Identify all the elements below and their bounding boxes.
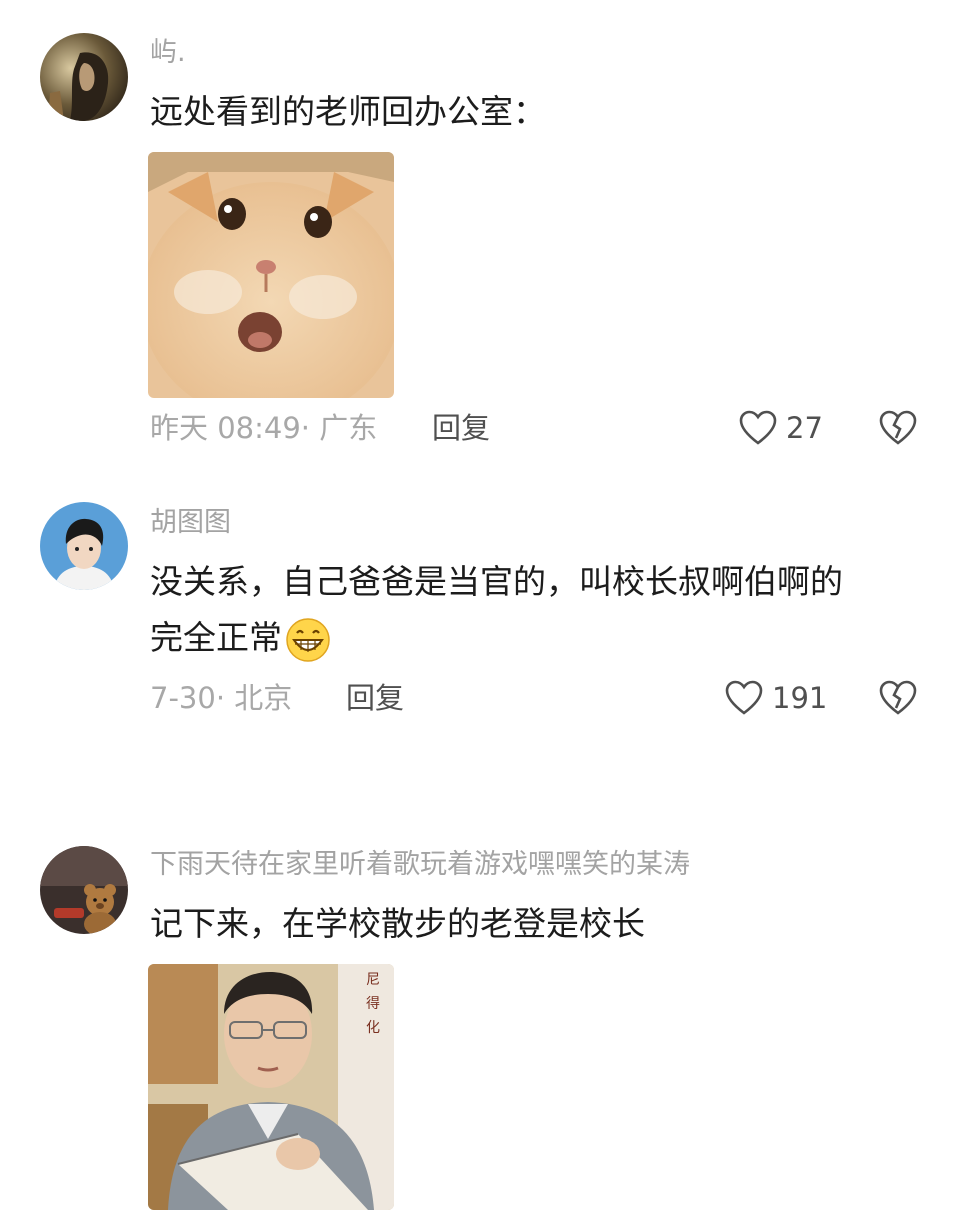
- comment-time-location: 昨天 08:49· 广东: [150, 411, 378, 445]
- avatar[interactable]: [40, 33, 128, 121]
- grinning-emoji-icon: [284, 616, 332, 664]
- comment-time-location: 7-30· 北京: [150, 681, 293, 715]
- reply-button[interactable]: 回复: [432, 408, 490, 448]
- avatar[interactable]: [40, 846, 128, 934]
- dislike-button[interactable]: [878, 678, 918, 718]
- comment-item: 胡图图 没关系，自己爸爸是当官的，叫校长叔啊伯啊的 完全正常 7-30· 北京 …: [0, 470, 960, 790]
- reply-button[interactable]: 回复: [346, 678, 404, 718]
- svg-text:尼: 尼: [366, 972, 380, 988]
- comment-text-part: 完全正常: [150, 618, 282, 657]
- comment-image[interactable]: [148, 152, 394, 398]
- like-count: 191: [772, 681, 828, 715]
- comment-text: 记下来，在学校散步的老登是校长: [150, 904, 645, 943]
- comment-text: 远处看到的老师回办公室：: [150, 92, 546, 131]
- username[interactable]: 胡图图: [150, 506, 231, 540]
- comment-item: 下雨天待在家里听着歌玩着游戏嘿嘿笑的某涛 记下来，在学校散步的老登是校长 尼 得…: [0, 810, 960, 1210]
- broken-heart-icon: [878, 678, 918, 718]
- like-count: 27: [786, 411, 823, 445]
- heart-icon: [724, 678, 764, 718]
- comment-text-line: 完全正常: [150, 610, 920, 666]
- comment-text-line: 没关系，自己爸爸是当官的，叫校长叔啊伯啊的: [150, 562, 843, 601]
- svg-text:化: 化: [366, 1020, 380, 1036]
- like-button[interactable]: 191: [724, 678, 827, 718]
- username[interactable]: 下雨天待在家里听着歌玩着游戏嘿嘿笑的某涛: [150, 848, 690, 882]
- username[interactable]: 屿.: [150, 36, 186, 70]
- like-button[interactable]: 27: [738, 408, 823, 448]
- comment-item: 屿. 远处看到的老师回办公室： 昨天 08:49· 广东 回复 27: [0, 0, 960, 470]
- dislike-button[interactable]: [878, 408, 918, 448]
- comment-image[interactable]: 尼 得 化: [148, 964, 394, 1210]
- broken-heart-icon: [878, 408, 918, 448]
- comment-text: 没关系，自己爸爸是当官的，叫校长叔啊伯啊的 完全正常: [150, 554, 920, 666]
- avatar[interactable]: [40, 502, 128, 590]
- svg-text:得: 得: [366, 995, 380, 1012]
- heart-icon: [738, 408, 778, 448]
